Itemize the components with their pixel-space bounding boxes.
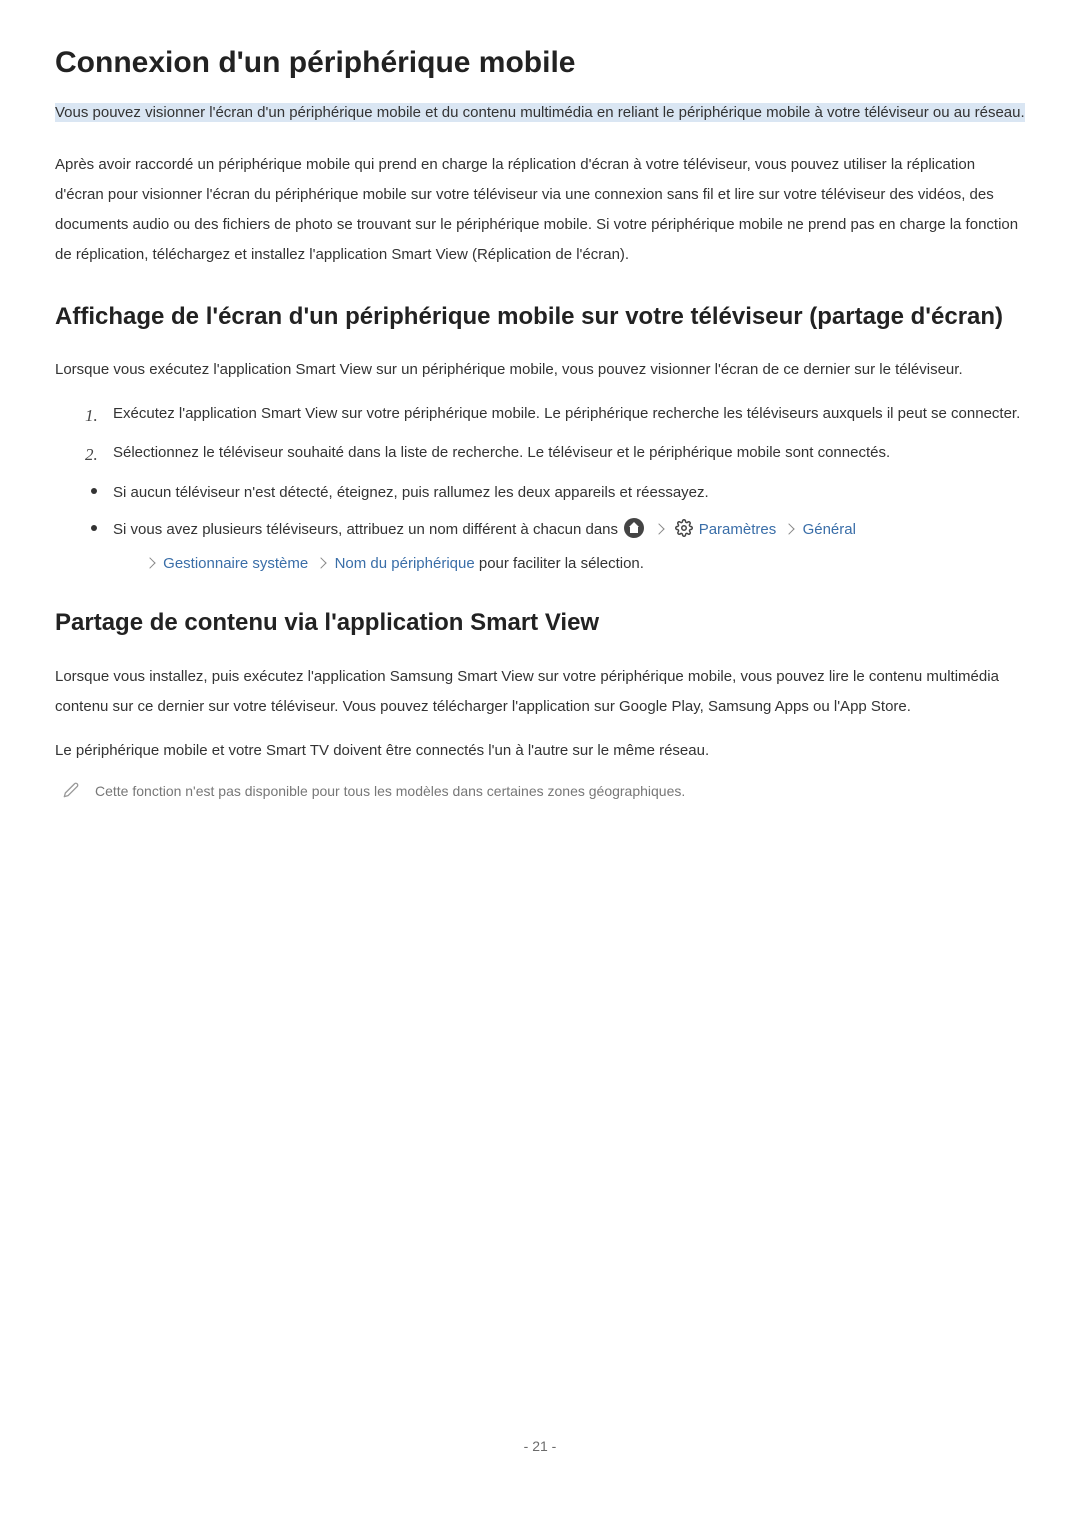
step-2: 2. Sélectionnez le téléviseur souhaité d…: [85, 438, 1025, 467]
bullet-1: Si aucun téléviseur n'est détecté, éteig…: [85, 478, 1025, 507]
nav-system-manager: Gestionnaire système: [163, 555, 308, 572]
intro-paragraph: Après avoir raccordé un périphérique mob…: [55, 150, 1025, 270]
section-heading-screen-share: Affichage de l'écran d'un périphérique m…: [55, 300, 1025, 334]
nav-settings: Paramètres: [699, 521, 777, 538]
chevron-right-icon: [316, 557, 327, 568]
section2-para1: Lorsque vous installez, puis exécutez l'…: [55, 662, 1025, 722]
summary-paragraph: Vous pouvez visionner l'écran d'un périp…: [55, 99, 1025, 128]
pen-icon: [63, 782, 79, 806]
bullet-1-text: Si aucun téléviseur n'est détecté, éteig…: [113, 484, 709, 501]
section-heading-smart-view: Partage de contenu via l'application Sma…: [55, 606, 1025, 640]
bullet-2: Si vous avez plusieurs téléviseurs, attr…: [85, 515, 1025, 579]
gear-icon: [675, 518, 693, 547]
nav-device-name: Nom du périphérique: [335, 555, 475, 572]
steps-list: 1. Exécutez l'application Smart View sur…: [85, 399, 1025, 468]
page-title: Connexion d'un périphérique mobile: [55, 40, 1025, 85]
section1-intro: Lorsque vous exécutez l'application Smar…: [55, 355, 1025, 385]
notes-list: Si aucun téléviseur n'est détecté, éteig…: [85, 478, 1025, 579]
chevron-right-icon: [654, 523, 665, 534]
availability-note: Cette fonction n'est pas disponible pour…: [63, 780, 1025, 806]
step-number-1: 1.: [85, 399, 98, 432]
step-1: 1. Exécutez l'application Smart View sur…: [85, 399, 1025, 428]
page-number: - 21 -: [55, 1436, 1025, 1457]
bullet-dot-icon: [91, 488, 97, 494]
home-icon: [624, 518, 644, 538]
chevron-right-icon: [144, 557, 155, 568]
step-2-text: Sélectionnez le téléviseur souhaité dans…: [113, 444, 890, 461]
highlighted-summary-text: Vous pouvez visionner l'écran d'un périp…: [55, 103, 1025, 122]
bullet-2-suffix: pour faciliter la sélection.: [479, 555, 644, 572]
bullet-2-prefix: Si vous avez plusieurs téléviseurs, attr…: [113, 521, 622, 538]
note-text: Cette fonction n'est pas disponible pour…: [95, 780, 685, 804]
step-1-text: Exécutez l'application Smart View sur vo…: [113, 405, 1020, 422]
step-number-2: 2.: [85, 438, 98, 471]
section2-para2: Le périphérique mobile et votre Smart TV…: [55, 736, 1025, 766]
nav-general: Général: [803, 521, 856, 538]
bullet-dot-icon: [91, 525, 97, 531]
chevron-right-icon: [784, 523, 795, 534]
